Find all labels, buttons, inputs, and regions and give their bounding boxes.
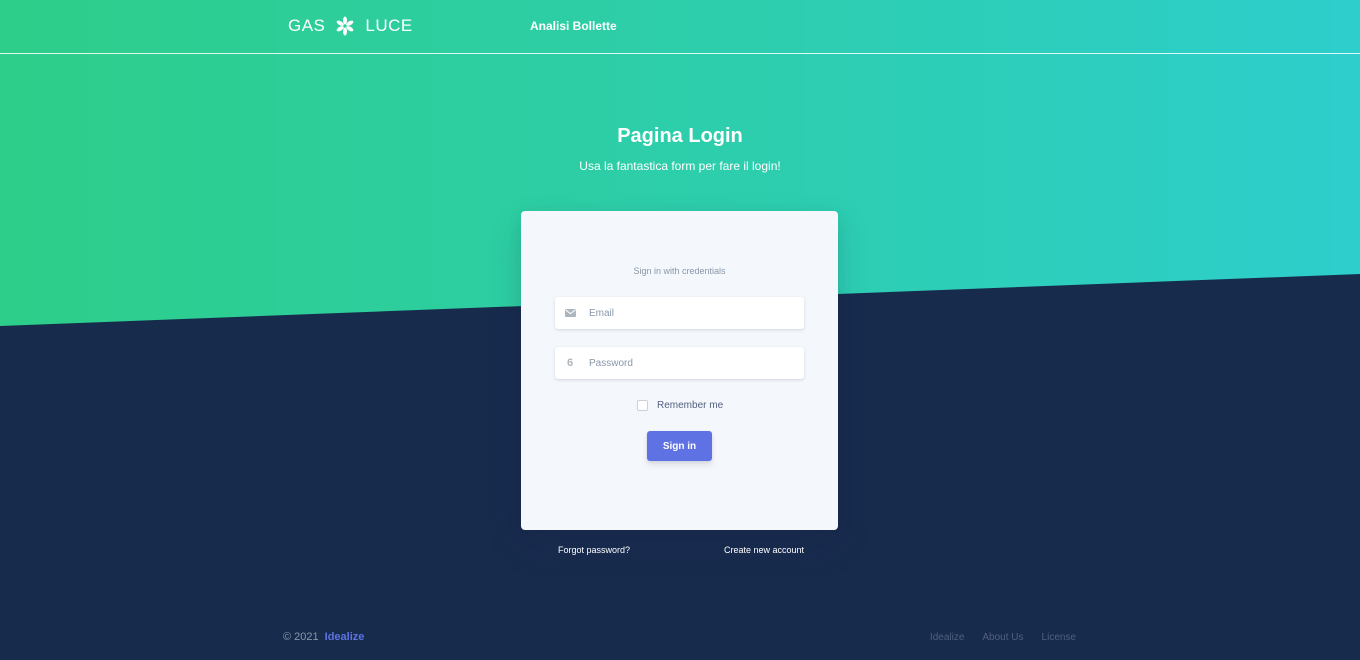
remember-me-label: Remember me xyxy=(657,399,724,411)
page-subtitle: Usa la fantastica form per fare il login… xyxy=(579,159,781,173)
brand-text-luce: LUCE xyxy=(365,16,413,35)
brand-logo[interactable]: GAS LUCE xyxy=(288,14,413,38)
forgot-password-link[interactable]: Forgot password? xyxy=(558,545,630,555)
signin-caption: Sign in with credentials xyxy=(633,266,726,276)
footer-links: Idealize About Us License xyxy=(930,632,1076,643)
footer-brand-link[interactable]: Idealize xyxy=(325,631,365,643)
footer-link-about-us[interactable]: About Us xyxy=(982,632,1023,643)
email-input[interactable] xyxy=(589,297,799,329)
password-input[interactable] xyxy=(589,347,799,379)
lock-icon: 6 xyxy=(566,357,574,369)
login-card: Sign in with credentials 6 Remember me S… xyxy=(521,211,838,530)
footer-copyright: © 2021 Idealize xyxy=(283,631,364,643)
password-field[interactable]: 6 xyxy=(555,347,804,379)
navbar: GAS LUCE Analisi Bollette xyxy=(0,0,1360,54)
email-field[interactable] xyxy=(555,297,804,329)
sign-in-button[interactable]: Sign in xyxy=(647,431,712,461)
envelope-icon xyxy=(564,306,576,320)
remember-me-checkbox[interactable] xyxy=(637,399,648,411)
page-title: Pagina Login xyxy=(617,125,743,147)
footer-link-license[interactable]: License xyxy=(1042,632,1076,643)
footer-link-idealize[interactable]: Idealize xyxy=(930,632,964,643)
asterisk-flower-icon xyxy=(337,16,354,36)
copyright-text: © 2021 xyxy=(283,631,319,643)
nav-link-analisi-bollette[interactable]: Analisi Bollette xyxy=(530,19,617,33)
brand-text-gas: GAS xyxy=(288,16,326,35)
create-account-link[interactable]: Create new account xyxy=(724,545,804,555)
remember-me[interactable]: Remember me xyxy=(637,398,723,412)
